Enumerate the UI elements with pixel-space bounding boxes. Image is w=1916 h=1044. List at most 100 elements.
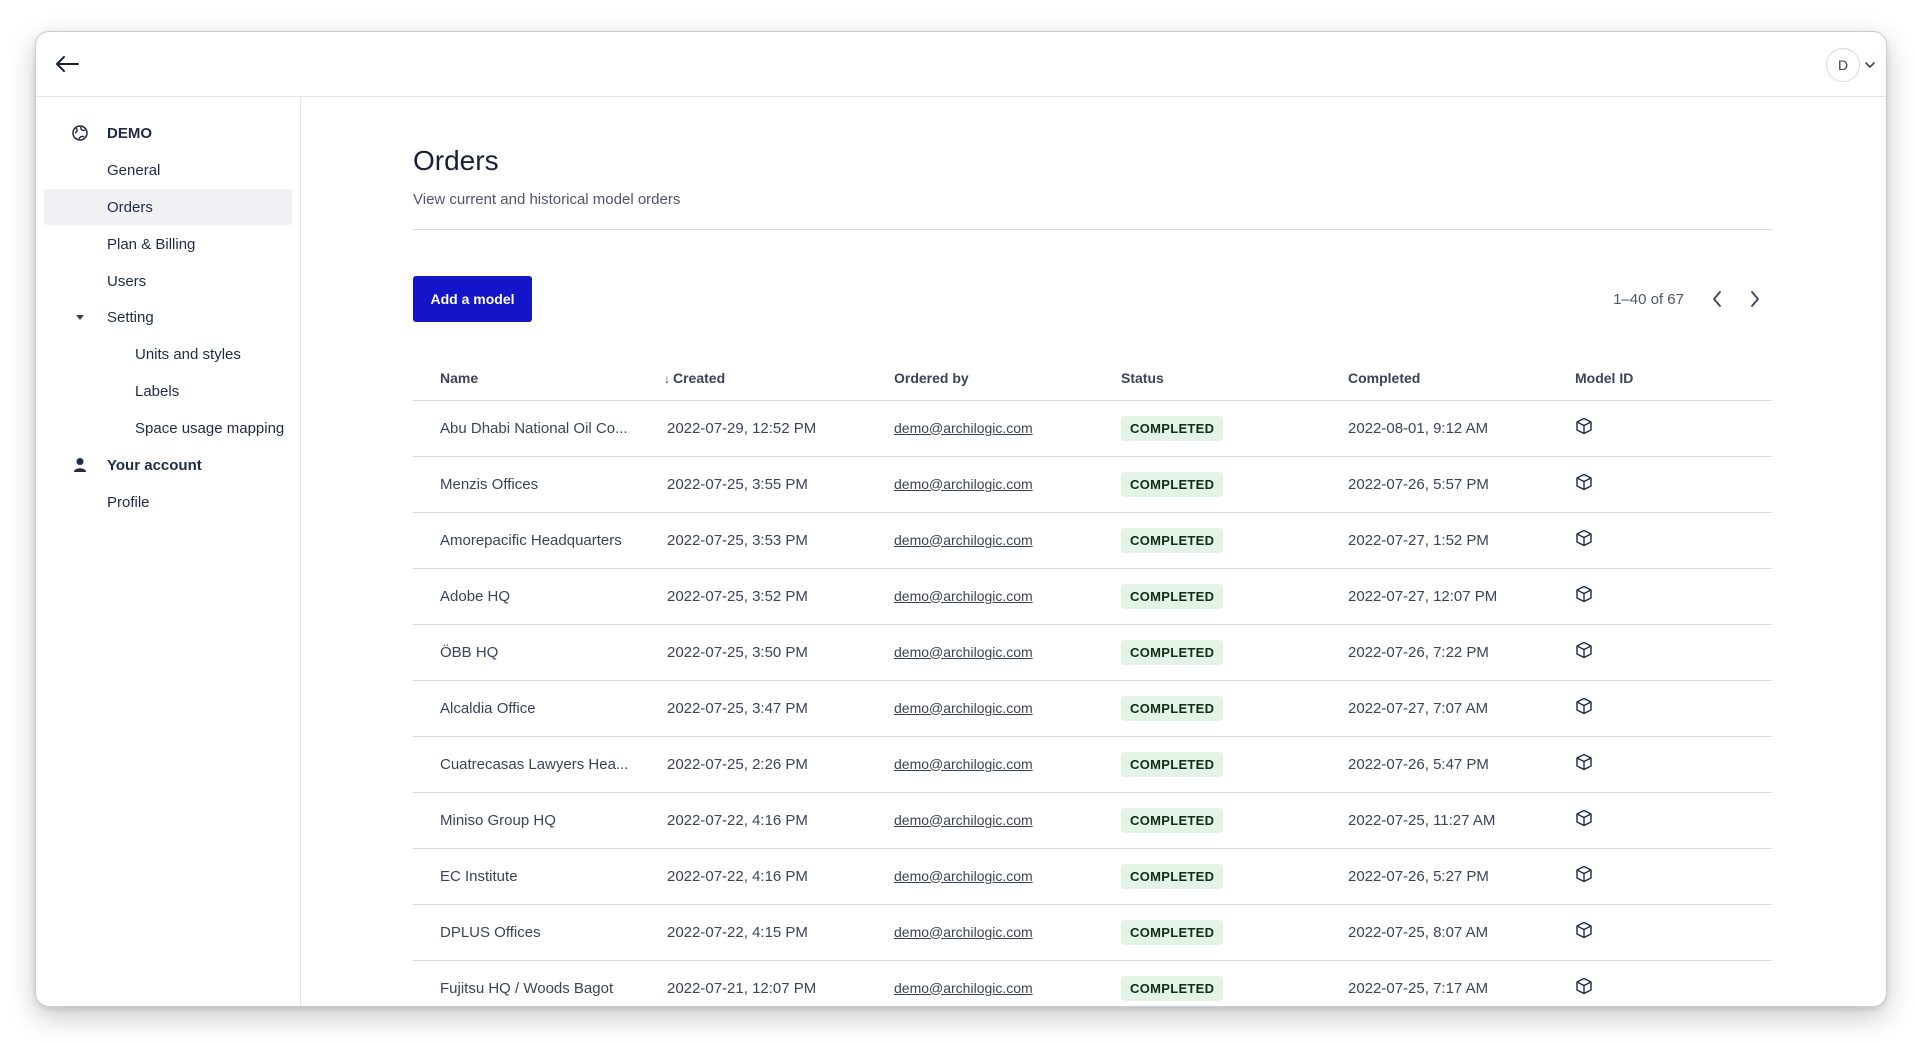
status-badge: COMPLETED	[1121, 471, 1224, 497]
cube-icon[interactable]	[1575, 921, 1593, 939]
globe-icon	[72, 125, 88, 141]
ordered-by-email-link[interactable]: demo@archilogic.com	[894, 924, 1033, 940]
order-status-cell: COMPLETED	[1094, 624, 1321, 681]
sidebar-item-profile[interactable]: Profile	[44, 484, 292, 520]
column-header-created[interactable]: ↓ Created	[640, 357, 867, 401]
sidebar-item-space-usage-mapping[interactable]: Space usage mapping	[44, 410, 292, 446]
cube-icon[interactable]	[1575, 529, 1593, 547]
cube-icon[interactable]	[1575, 473, 1593, 491]
order-ordered-by-cell: demo@archilogic.com	[867, 400, 1094, 457]
sidebar-account-label: Your account	[107, 456, 202, 474]
status-badge: COMPLETED	[1121, 415, 1224, 441]
status-badge: COMPLETED	[1121, 919, 1224, 945]
table-row[interactable]: ÖBB HQ 2022-07-25, 3:50 PM demo@archilogic…	[413, 624, 1772, 681]
cube-icon[interactable]	[1575, 697, 1593, 715]
order-created: 2022-07-25, 3:50 PM	[640, 624, 867, 681]
order-status-cell: COMPLETED	[1094, 512, 1321, 569]
order-completed: 2022-07-27, 12:07 PM	[1321, 568, 1548, 625]
order-created: 2022-07-22, 4:16 PM	[640, 848, 867, 905]
table-row[interactable]: Fujitsu HQ / Woods Bagot 2022-07-21, 12:0…	[413, 960, 1772, 1006]
table-row[interactable]: Cuatrecasas Lawyers Hea... 2022-07-25, 2:…	[413, 736, 1772, 793]
table-row[interactable]: Alcaldia Office 2022-07-25, 3:47 PM demo@a…	[413, 680, 1772, 737]
table-row[interactable]: DPLUS Offices 2022-07-22, 4:15 PM demo@arc…	[413, 904, 1772, 961]
column-header-label: Created	[673, 370, 726, 387]
ordered-by-email-link[interactable]: demo@archilogic.com	[894, 476, 1033, 492]
chevron-left-icon	[1713, 291, 1721, 307]
order-model-id-cell	[1548, 680, 1772, 737]
sidebar-item-labels[interactable]: Labels	[44, 373, 292, 409]
sidebar-item-label: Units and styles	[135, 345, 241, 363]
order-created: 2022-07-29, 12:52 PM	[640, 400, 867, 457]
sidebar-account-header[interactable]: Your account	[44, 447, 292, 483]
table-row[interactable]: Adobe HQ 2022-07-25, 3:52 PM demo@archilog…	[413, 568, 1772, 625]
sidebar-item-users[interactable]: Users	[44, 263, 292, 299]
order-created: 2022-07-22, 4:16 PM	[640, 792, 867, 849]
column-header-name[interactable]: Name	[413, 357, 640, 401]
status-badge: COMPLETED	[1121, 863, 1224, 889]
order-model-id-cell	[1548, 512, 1772, 569]
order-completed: 2022-07-26, 5:57 PM	[1321, 456, 1548, 513]
account-menu[interactable]: D	[1826, 48, 1876, 82]
cube-icon[interactable]	[1575, 585, 1593, 603]
ordered-by-email-link[interactable]: demo@archilogic.com	[894, 980, 1033, 996]
sidebar-item-setting[interactable]: Setting	[44, 299, 292, 335]
order-completed: 2022-07-26, 5:27 PM	[1321, 848, 1548, 905]
cube-icon[interactable]	[1575, 641, 1593, 659]
order-name: Menzis Offices	[413, 456, 640, 513]
order-ordered-by-cell: demo@archilogic.com	[867, 792, 1094, 849]
status-badge: COMPLETED	[1121, 975, 1224, 1001]
sidebar-item-label: Profile	[107, 493, 150, 511]
ordered-by-email-link[interactable]: demo@archilogic.com	[894, 812, 1033, 828]
column-header-status[interactable]: Status	[1094, 357, 1321, 401]
cube-icon[interactable]	[1575, 753, 1593, 771]
sidebar-item-label: Orders	[107, 198, 153, 216]
ordered-by-email-link[interactable]: demo@archilogic.com	[894, 420, 1033, 436]
order-status-cell: COMPLETED	[1094, 904, 1321, 961]
table-row[interactable]: Amorepacific Headquarters 2022-07-25, 3:5…	[413, 512, 1772, 569]
order-completed: 2022-07-26, 5:47 PM	[1321, 736, 1548, 793]
ordered-by-email-link[interactable]: demo@archilogic.com	[894, 700, 1033, 716]
previous-page-button[interactable]	[1704, 285, 1730, 313]
column-header-model-id[interactable]: Model ID	[1548, 357, 1772, 401]
ordered-by-email-link[interactable]: demo@archilogic.com	[894, 532, 1033, 548]
order-name: Miniso Group HQ	[413, 792, 640, 849]
sidebar-item-units-styles[interactable]: Units and styles	[44, 336, 292, 372]
pagination-range: 1–40 of 67	[1613, 290, 1684, 308]
back-button[interactable]	[52, 50, 82, 78]
table-row[interactable]: EC Institute 2022-07-22, 4:16 PM demo@arch…	[413, 848, 1772, 905]
order-status-cell: COMPLETED	[1094, 568, 1321, 625]
order-completed: 2022-07-25, 7:17 AM	[1321, 960, 1548, 1006]
sidebar: DEMO General Orders Plan & Billing Users…	[36, 97, 301, 1006]
column-header-completed[interactable]: Completed	[1321, 357, 1548, 401]
chevron-down-icon	[1865, 62, 1875, 69]
cube-icon[interactable]	[1575, 417, 1593, 435]
ordered-by-email-link[interactable]: demo@archilogic.com	[894, 588, 1033, 604]
cube-icon[interactable]	[1575, 977, 1593, 995]
order-ordered-by-cell: demo@archilogic.com	[867, 904, 1094, 961]
order-created: 2022-07-21, 12:07 PM	[640, 960, 867, 1006]
avatar[interactable]: D	[1826, 48, 1860, 82]
next-page-button[interactable]	[1742, 285, 1768, 313]
sidebar-item-label: Plan & Billing	[107, 235, 196, 253]
ordered-by-email-link[interactable]: demo@archilogic.com	[894, 756, 1033, 772]
sidebar-org-label: DEMO	[107, 124, 152, 142]
cube-icon[interactable]	[1575, 809, 1593, 827]
cube-icon[interactable]	[1575, 865, 1593, 883]
status-badge: COMPLETED	[1121, 695, 1224, 721]
order-name: Amorepacific Headquarters	[413, 512, 640, 569]
sidebar-item-label: Setting	[107, 308, 154, 326]
ordered-by-email-link[interactable]: demo@archilogic.com	[894, 868, 1033, 884]
table-row[interactable]: Miniso Group HQ 2022-07-22, 4:16 PM demo@a…	[413, 792, 1772, 849]
order-status-cell: COMPLETED	[1094, 960, 1321, 1006]
column-header-ordered-by[interactable]: Ordered by	[867, 357, 1094, 401]
sidebar-item-plan-billing[interactable]: Plan & Billing	[44, 226, 292, 262]
order-completed: 2022-07-25, 11:27 AM	[1321, 792, 1548, 849]
sidebar-item-label: General	[107, 161, 161, 179]
add-model-button[interactable]: Add a model	[413, 276, 532, 322]
sidebar-item-orders[interactable]: Orders	[44, 189, 292, 225]
sidebar-item-general[interactable]: General	[44, 152, 292, 188]
ordered-by-email-link[interactable]: demo@archilogic.com	[894, 644, 1033, 660]
table-row[interactable]: Menzis Offices 2022-07-25, 3:55 PM demo@ar…	[413, 456, 1772, 513]
sidebar-org-header[interactable]: DEMO	[44, 115, 292, 151]
table-row[interactable]: Abu Dhabi National Oil Co... 2022-07-29, …	[413, 400, 1772, 457]
